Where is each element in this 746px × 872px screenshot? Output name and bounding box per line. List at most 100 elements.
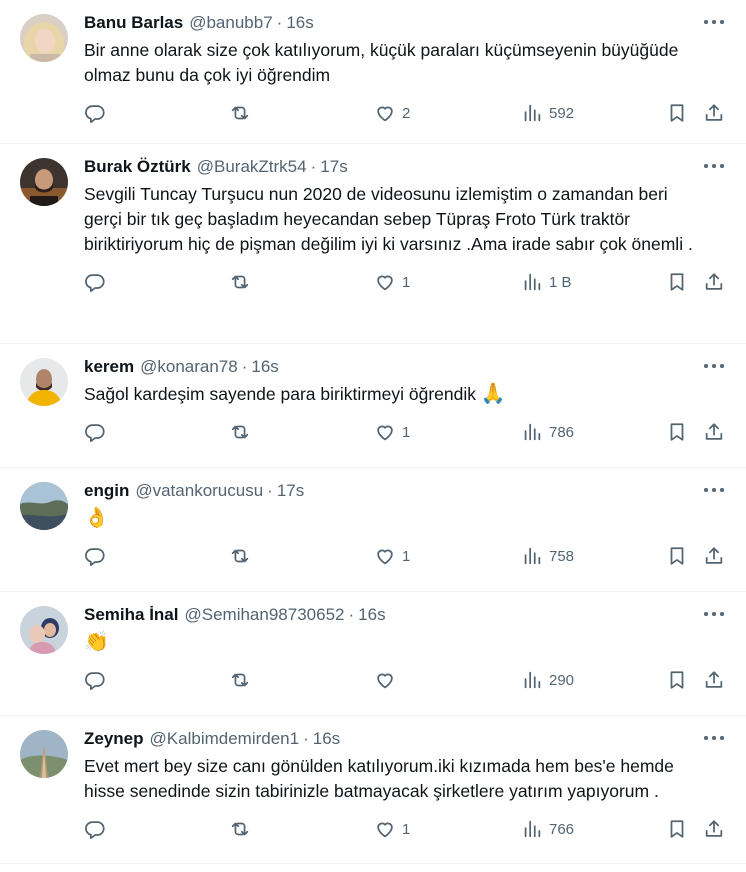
like-button[interactable]: 1 (374, 421, 410, 443)
timestamp[interactable]: 16s (358, 605, 385, 625)
share-icon (705, 104, 723, 121)
more-options-icon[interactable] (704, 736, 724, 742)
share-button[interactable] (703, 545, 725, 567)
share-icon (705, 820, 723, 837)
avatar[interactable] (20, 730, 68, 778)
avatar[interactable] (20, 158, 68, 206)
retweet-icon (231, 822, 249, 836)
retweet-button[interactable] (229, 818, 251, 840)
heart-icon (377, 275, 393, 291)
user-handle[interactable]: @konaran78 (140, 357, 238, 377)
action-bar: 1 758 (84, 531, 730, 589)
more-options-icon[interactable] (704, 364, 724, 370)
action-bar: 290 (84, 655, 730, 713)
timestamp[interactable]: 16s (251, 357, 278, 377)
tweet-text-content: Sevgili Tuncay Turşucu nun 2020 de video… (84, 184, 693, 254)
tweet[interactable]: Semiha İnal @Semihan98730652 · 16s 👏 290 (0, 592, 746, 716)
display-name[interactable]: Banu Barlas (84, 13, 183, 33)
display-name[interactable]: kerem (84, 357, 134, 377)
retweet-button[interactable] (229, 545, 251, 567)
tweet-text: 👏 (84, 630, 730, 655)
like-button[interactable]: 1 (374, 545, 410, 567)
reply-icon (85, 672, 105, 691)
tweet[interactable]: Zeynep @Kalbimdemirden1 · 16s Evet mert … (0, 716, 746, 864)
separator-dot: · (303, 729, 309, 748)
like-button[interactable]: 1 (374, 818, 410, 840)
retweet-button[interactable] (229, 421, 251, 443)
views-button[interactable]: 758 (521, 545, 574, 567)
bookmark-button[interactable] (666, 102, 688, 124)
share-icon (705, 671, 723, 688)
views-button[interactable]: 290 (521, 669, 574, 691)
analytics-icon (524, 104, 541, 122)
views-button[interactable]: 1 B (521, 271, 572, 293)
views-button[interactable]: 592 (521, 102, 574, 124)
user-handle[interactable]: @banubb7 (189, 13, 272, 33)
reply-button[interactable] (84, 818, 106, 840)
share-button[interactable] (703, 421, 725, 443)
like-button[interactable] (374, 669, 402, 691)
more-options-icon[interactable] (704, 488, 724, 494)
tweet[interactable]: kerem @konaran78 · 16s Sağol kardeşim sa… (0, 344, 746, 468)
bookmark-button[interactable] (666, 545, 688, 567)
avatar[interactable] (20, 482, 68, 530)
bookmark-icon (670, 547, 684, 565)
reply-button[interactable] (84, 271, 106, 293)
retweet-icon (231, 425, 249, 439)
tweet[interactable]: Banu Barlas @banubb7 · 16s Bir anne olar… (0, 0, 746, 144)
heart-icon (377, 106, 393, 122)
bookmark-button[interactable] (666, 421, 688, 443)
tweet[interactable]: engin @vatankorucusu · 17s 👌 1 758 (0, 468, 746, 592)
reply-button[interactable] (84, 102, 106, 124)
tweet-text: Bir anne olarak size çok katılıyorum, kü… (84, 38, 730, 88)
user-handle[interactable]: @Semihan98730652 (184, 605, 344, 625)
display-name[interactable]: Zeynep (84, 729, 144, 749)
display-name[interactable]: Burak Öztürk (84, 157, 191, 177)
reply-button[interactable] (84, 669, 106, 691)
share-button[interactable] (703, 102, 725, 124)
share-button[interactable] (703, 818, 725, 840)
bookmark-button[interactable] (666, 818, 688, 840)
reply-feed: Banu Barlas @banubb7 · 16s Bir anne olar… (0, 0, 746, 864)
avatar[interactable] (20, 606, 68, 654)
timestamp[interactable]: 16s (286, 13, 313, 33)
reply-button[interactable] (84, 421, 106, 443)
user-handle[interactable]: @Kalbimdemirden1 (150, 729, 300, 749)
bookmark-icon (670, 423, 684, 441)
timestamp[interactable]: 16s (313, 729, 340, 749)
bookmark-button[interactable] (666, 271, 688, 293)
retweet-button[interactable] (229, 102, 251, 124)
retweet-button[interactable] (229, 271, 251, 293)
separator-dot: · (241, 357, 248, 376)
analytics-icon (524, 820, 541, 838)
like-button[interactable]: 2 (374, 102, 410, 124)
more-options-icon[interactable] (704, 612, 724, 618)
reply-button[interactable] (84, 545, 106, 567)
like-count: 2 (402, 104, 411, 122)
analytics-icon (524, 273, 541, 291)
share-button[interactable] (703, 669, 725, 691)
avatar[interactable] (20, 358, 68, 406)
view-count: 766 (549, 820, 575, 838)
tweet-text-content: Evet mert bey size canı gönülden katılıy… (84, 756, 674, 801)
timestamp[interactable]: 17s (320, 157, 347, 177)
tweet-text: Sağol kardeşim sayende para biriktirmeyi… (84, 382, 730, 407)
ok-hand-emoji: 👌 (84, 507, 109, 529)
timestamp[interactable]: 17s (277, 481, 304, 501)
user-handle[interactable]: @vatankorucusu (135, 481, 263, 501)
views-button[interactable]: 786 (521, 421, 574, 443)
display-name[interactable]: Semiha İnal (84, 605, 178, 625)
views-button[interactable]: 766 (521, 818, 574, 840)
avatar[interactable] (20, 14, 68, 62)
bookmark-button[interactable] (666, 669, 688, 691)
retweet-button[interactable] (229, 669, 251, 691)
user-handle[interactable]: @BurakZtrk54 (197, 157, 307, 177)
share-button[interactable] (703, 271, 725, 293)
tweet[interactable]: Burak Öztürk @BurakZtrk54 · 17s Sevgili … (0, 144, 746, 344)
like-button[interactable]: 1 (374, 271, 410, 293)
more-options-icon[interactable] (704, 20, 724, 26)
more-options-icon[interactable] (704, 164, 724, 170)
retweet-icon (231, 106, 249, 120)
action-bar: 1 766 (84, 804, 730, 862)
display-name[interactable]: engin (84, 481, 129, 501)
